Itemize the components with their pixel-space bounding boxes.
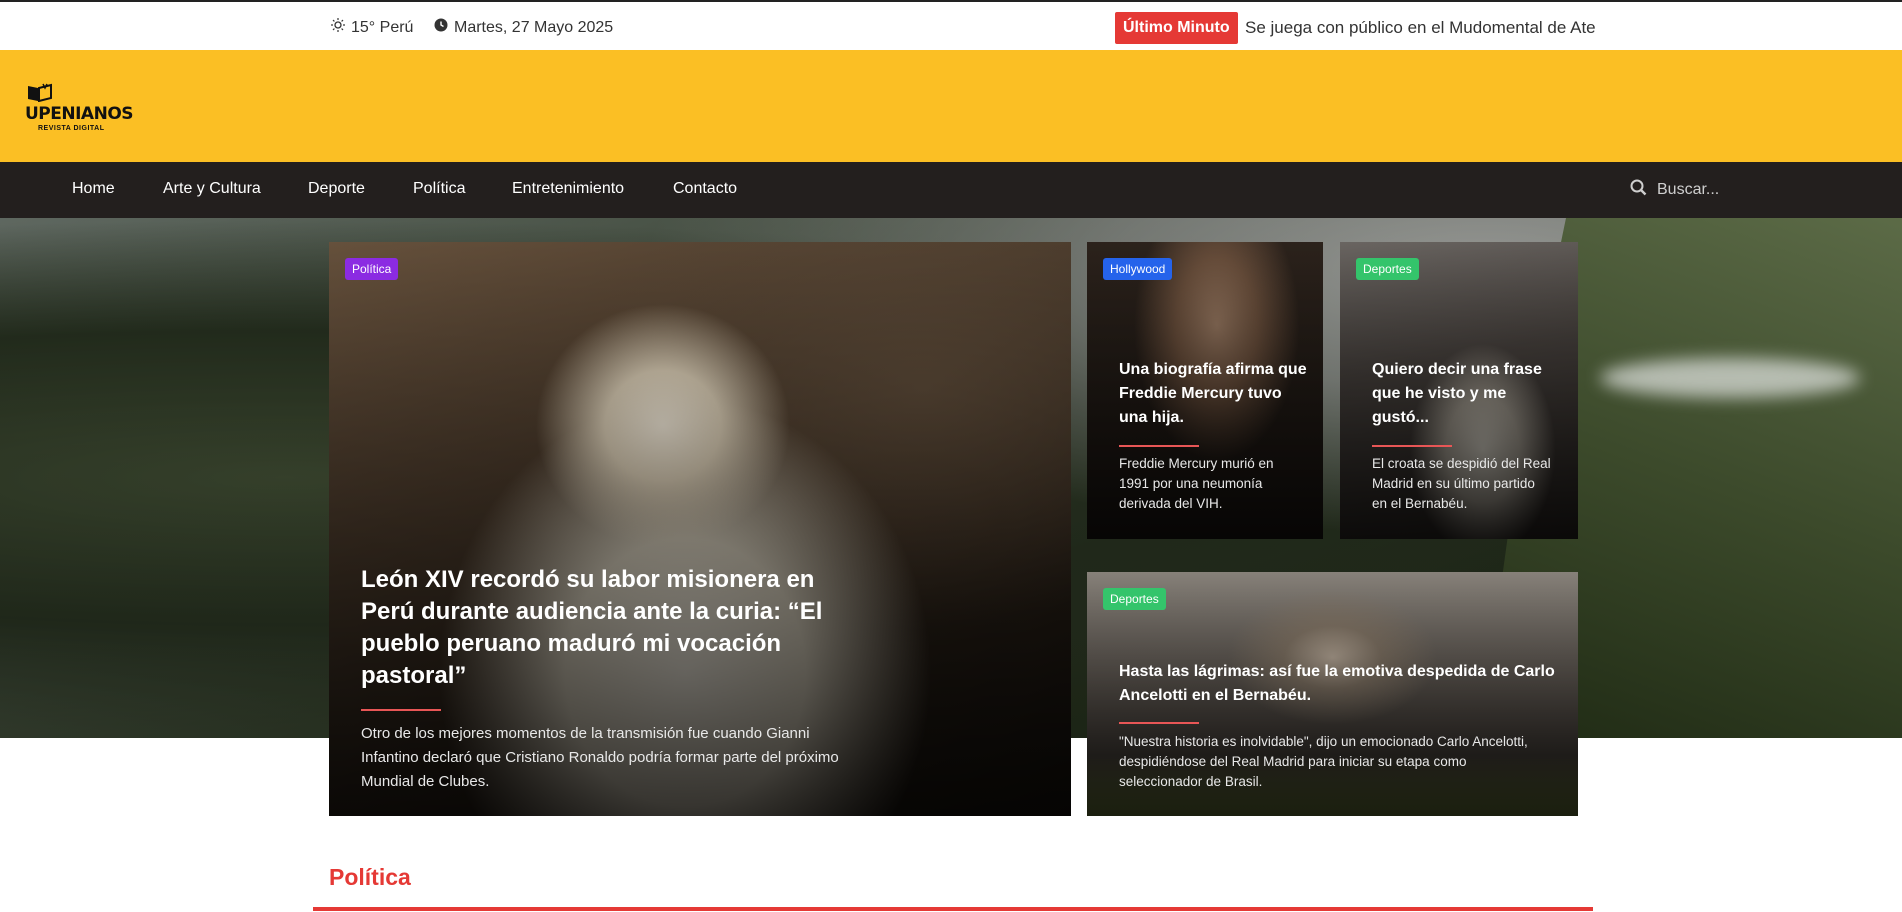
featured-side-card-deportes[interactable]: Deportes Quiero decir una frase que he v… bbox=[1340, 242, 1578, 539]
card-excerpt: "Nuestra historia es inolvidable", dijo … bbox=[1119, 734, 1528, 789]
site-logo[interactable]: UPENIANOS REVISTA DIGITAL bbox=[25, 82, 134, 132]
category-badge[interactable]: Política bbox=[345, 258, 399, 280]
featured-wide-card-deportes[interactable]: Deportes Hasta las lágrimas: así fue la … bbox=[1087, 572, 1578, 816]
logo-tagline: REVISTA DIGITAL bbox=[38, 125, 105, 132]
nav-item-deporte[interactable]: Deporte bbox=[308, 180, 365, 198]
title-divider bbox=[1119, 722, 1199, 724]
card-title[interactable]: Hasta las lágrimas: así fue la emotiva d… bbox=[1119, 660, 1559, 708]
main-nav: Home Arte y Cultura Deporte Política Ent… bbox=[0, 162, 1902, 218]
search-box bbox=[1630, 179, 1857, 201]
card-title[interactable]: Quiero decir una frase que he visto y me… bbox=[1372, 358, 1562, 430]
search-icon[interactable] bbox=[1630, 179, 1647, 201]
featured-main-card[interactable]: Política León XIV recordó su labor misio… bbox=[329, 242, 1071, 816]
card-excerpt: Otro de los mejores momentos de la trans… bbox=[361, 725, 839, 790]
nav-item-contacto[interactable]: Contacto bbox=[673, 180, 737, 198]
top-bar: 15° Perú Martes, 27 Mayo 2025 Último Min… bbox=[0, 0, 1902, 50]
category-badge[interactable]: Deportes bbox=[1103, 588, 1166, 610]
card-title[interactable]: Una biografía afirma que Freddie Mercury… bbox=[1119, 358, 1309, 430]
card-excerpt: Freddie Mercury murió en 1991 por una ne… bbox=[1119, 456, 1274, 511]
nav-item-politica[interactable]: Política bbox=[413, 180, 465, 198]
section-title-politica: Política bbox=[329, 864, 411, 890]
title-divider bbox=[1372, 445, 1452, 447]
category-badge[interactable]: Hollywood bbox=[1103, 258, 1173, 280]
card-excerpt: El croata se despidió del Real Madrid en… bbox=[1372, 456, 1551, 511]
title-divider bbox=[361, 709, 441, 711]
breaking-news-badge: Último Minuto bbox=[1115, 12, 1238, 44]
nav-item-entretenimiento[interactable]: Entretenimiento bbox=[512, 180, 624, 198]
date-text: Martes, 27 Mayo 2025 bbox=[454, 18, 614, 36]
logo-wordmark: UPENIANOS bbox=[25, 104, 134, 124]
weather-text: 15° Perú bbox=[351, 18, 414, 36]
title-divider bbox=[1119, 445, 1199, 447]
site-header: UPENIANOS REVISTA DIGITAL bbox=[0, 50, 1902, 162]
search-input[interactable] bbox=[1657, 181, 1857, 199]
book-logo-icon bbox=[28, 83, 52, 102]
date-widget: Martes, 27 Mayo 2025 bbox=[434, 18, 613, 37]
featured-side-card-hollywood[interactable]: Hollywood Una biografía afirma que Fredd… bbox=[1087, 242, 1323, 539]
sun-icon bbox=[331, 18, 345, 37]
nav-item-arte-y-cultura[interactable]: Arte y Cultura bbox=[163, 180, 261, 198]
category-badge[interactable]: Deportes bbox=[1356, 258, 1419, 280]
clock-icon bbox=[434, 18, 448, 37]
breaking-news-ticker[interactable]: Se juega con público en el Mudomental de… bbox=[1245, 18, 1596, 38]
card-title[interactable]: León XIV recordó su labor misionera en P… bbox=[361, 564, 861, 692]
nav-item-home[interactable]: Home bbox=[72, 180, 115, 198]
section-divider bbox=[313, 907, 1593, 911]
weather-widget: 15° Perú bbox=[331, 18, 413, 37]
